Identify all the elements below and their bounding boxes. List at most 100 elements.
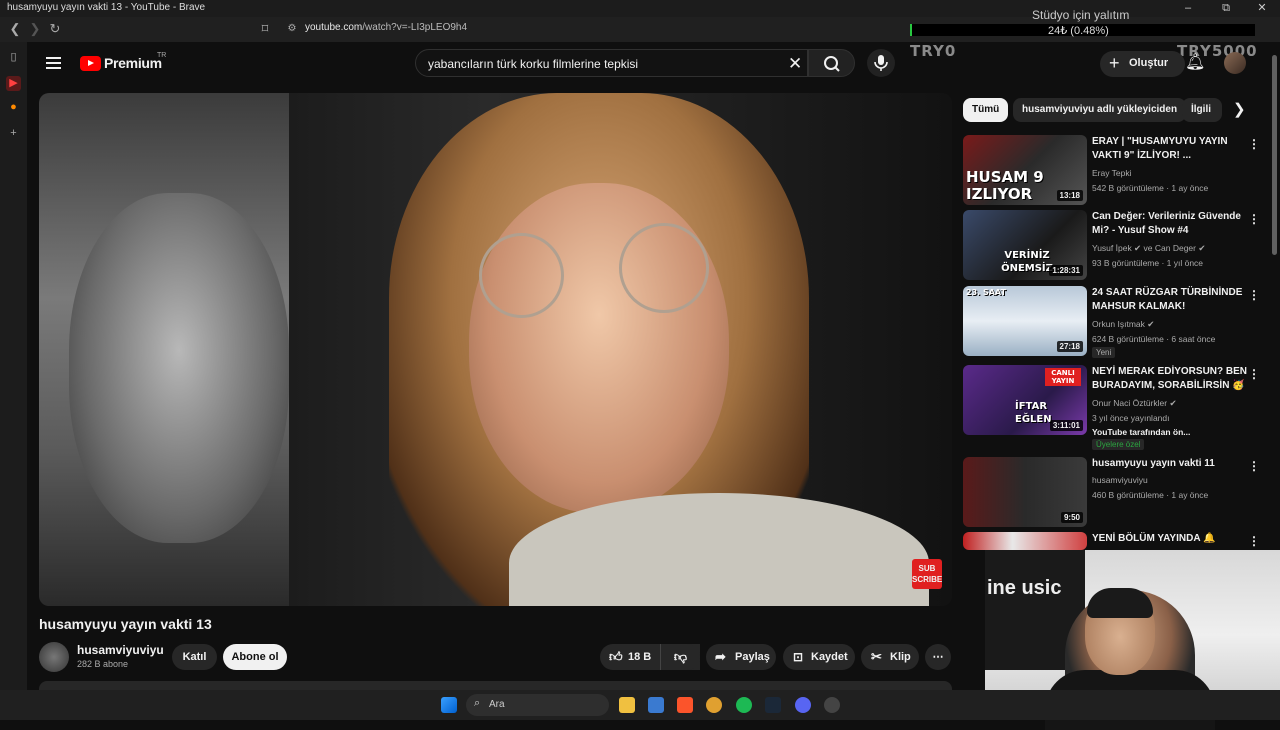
monitor-text: ine usic: [987, 577, 1062, 599]
video-duration: 1:28:31: [1049, 265, 1083, 276]
recommendation-item[interactable]: YENİ BÖLÜM YAYINDA 🔔 ⋮: [963, 532, 1268, 550]
channel-avatar[interactable]: [39, 642, 69, 672]
save-button[interactable]: ⊡ Kaydet: [783, 644, 855, 670]
join-button[interactable]: Katıl: [172, 644, 217, 670]
browser-sidebar: ▯ ▶ ● +: [0, 42, 27, 690]
discord-icon[interactable]: [795, 697, 811, 713]
subscribe-watermark[interactable]: SUB SCRIBE: [912, 559, 942, 589]
user-avatar[interactable]: [1224, 52, 1246, 74]
minimize-icon[interactable]: –: [1170, 0, 1206, 17]
glasses-right: [619, 223, 709, 313]
obs-icon[interactable]: [824, 697, 840, 713]
chip-related[interactable]: İlgili: [1182, 98, 1222, 122]
video-title: husamyuyu yayın vakti 13: [39, 616, 212, 632]
goal-start-label: TRY0: [910, 42, 957, 60]
search-input[interactable]: yabancıların türk korku filmlerine tepki…: [428, 57, 638, 71]
video-duration: 13:18: [1056, 190, 1083, 201]
brave-icon[interactable]: ●: [6, 100, 21, 115]
new-badge: Yeni: [1092, 347, 1116, 358]
clip-button[interactable]: ✂ Klip: [861, 644, 919, 670]
search-box[interactable]: yabancıların türk korku filmlerine tepki…: [415, 49, 808, 77]
hamburger-menu-icon[interactable]: [46, 57, 61, 69]
rec-stats: 624 B görüntüleme · 6 saat önce: [1092, 334, 1216, 344]
thumbnail-text: HUSAM 9 IZLIYOR: [966, 168, 1044, 203]
video-duration: 27:18: [1056, 341, 1083, 352]
more-vert-icon[interactable]: ⋮: [1248, 288, 1260, 302]
store-icon[interactable]: [648, 697, 664, 713]
thumbs-up-icon: 👍︎: [609, 649, 623, 664]
live-badge: CANLI YAYIN: [1045, 368, 1081, 386]
rec-title: Can Değer: Verileriniz Güvende Mi? - Yus…: [1092, 211, 1241, 236]
windows-taskbar: ⌕ Ara: [0, 690, 1280, 720]
brave-browser-icon[interactable]: [677, 697, 693, 713]
dislike-button[interactable]: 👎︎: [660, 644, 700, 670]
rec-stats: 542 B görüntüleme · 1 ay önce: [1092, 183, 1209, 193]
video-face-left: [69, 193, 289, 543]
more-vert-icon[interactable]: ⋮: [1248, 534, 1260, 548]
video-player[interactable]: SUB SCRIBE: [39, 93, 952, 606]
share-label: Paylaş: [735, 651, 770, 663]
video-thumbnail: [963, 532, 1087, 550]
bookmark-icon[interactable]: ⌑: [256, 20, 274, 38]
rec-title: 24 SAAT RÜZGAR TÜRBİNİNDE MAHSUR KALMAK!: [1092, 287, 1243, 312]
recommendation-item[interactable]: HUSAM 9 IZLIYOR 13:18 ERAY | "HUSAMYUYU …: [963, 135, 1268, 205]
rec-stats: 460 B görüntüleme · 1 ay önce: [1092, 490, 1209, 500]
add-panel-icon[interactable]: +: [6, 126, 21, 141]
studio-goal-value: 24₺ (0.48%): [1048, 25, 1109, 37]
search-icon: ⌕: [474, 697, 481, 709]
recommendation-item[interactable]: VERİNİZ ÖNEMSİZ 1:28:31 Can Değer: Veril…: [963, 210, 1268, 280]
save-label: Kaydet: [811, 651, 848, 663]
more-actions-icon[interactable]: ⋯: [925, 644, 951, 670]
video-thumbnail: CANLI YAYIN İFTAR EĞLEN 3:11:01: [963, 365, 1087, 435]
streamer-hair: [1087, 588, 1153, 618]
subscribe-button[interactable]: Abone ol: [223, 644, 287, 670]
youtube-tab-icon[interactable]: ▶: [6, 76, 21, 91]
video-duration: 9:50: [1060, 512, 1083, 523]
thumbs-down-icon: 👎︎: [673, 649, 688, 664]
thumbnail-text: 23. SAAT: [966, 288, 1006, 297]
create-button[interactable]: + Oluştur: [1100, 51, 1185, 77]
maximize-icon[interactable]: ⧉: [1208, 0, 1244, 17]
rec-stats: 93 B görüntüleme · 1 yıl önce: [1092, 258, 1204, 268]
search-button[interactable]: [808, 49, 855, 77]
chevron-right-icon[interactable]: ❯: [1233, 100, 1246, 118]
share-icon: ➦: [715, 649, 726, 664]
chip-all[interactable]: Tümü: [963, 98, 1009, 122]
video-thumbnail: 9:50: [963, 457, 1087, 527]
page-scrollbar[interactable]: [1272, 55, 1277, 255]
more-vert-icon[interactable]: ⋮: [1248, 212, 1260, 226]
more-vert-icon[interactable]: ⋮: [1248, 459, 1260, 473]
close-window-icon[interactable]: ✕: [1244, 0, 1280, 17]
steam-icon[interactable]: [765, 697, 781, 713]
app-icon[interactable]: [706, 697, 722, 713]
chip-from-uploader[interactable]: husamviyuviyu adlı yükleyiciden: [1013, 98, 1187, 122]
forward-icon[interactable]: ❯: [26, 20, 44, 38]
search-icon: [824, 56, 840, 72]
plus-icon: +: [1109, 53, 1120, 73]
more-vert-icon[interactable]: ⋮: [1248, 137, 1260, 151]
voice-search-button[interactable]: [867, 49, 895, 77]
video-thumbnail: VERİNİZ ÖNEMSİZ 1:28:31: [963, 210, 1087, 280]
sidebar-panel-icon[interactable]: ▯: [6, 50, 21, 65]
notifications-bell-icon[interactable]: 🔔︎: [1185, 52, 1205, 72]
channel-subscriber-count: 282 B abone: [77, 659, 129, 669]
spotify-icon[interactable]: [736, 697, 752, 713]
back-icon[interactable]: ❮: [6, 20, 24, 38]
clear-search-icon[interactable]: ✕: [788, 54, 802, 74]
site-info-icon[interactable]: ⚙: [283, 20, 301, 38]
recommendation-item[interactable]: CANLI YAYIN İFTAR EĞLEN 3:11:01 NEYİ MER…: [963, 365, 1268, 450]
url-field[interactable]: youtube.com/watch?v=-LI3pLEO9h4: [305, 22, 467, 33]
recommendation-item[interactable]: 9:50 husamyuyu yayın vakti 11 husamviyuv…: [963, 457, 1268, 527]
scissors-icon: ✂: [871, 649, 882, 664]
reload-icon[interactable]: ↻: [46, 20, 64, 38]
like-count: 18 B: [628, 651, 652, 663]
rec-extra: YouTube tarafından ön...: [1092, 427, 1191, 437]
windows-start-icon[interactable]: [441, 697, 457, 713]
youtube-play-icon: [80, 56, 101, 71]
share-button[interactable]: ➦ Paylaş: [706, 644, 776, 670]
file-explorer-icon[interactable]: [619, 697, 635, 713]
channel-name[interactable]: husamviyuviyu: [77, 643, 164, 657]
more-vert-icon[interactable]: ⋮: [1248, 367, 1260, 381]
recommendation-item[interactable]: 23. SAAT 27:18 24 SAAT RÜZGAR TÜRBİNİNDE…: [963, 286, 1268, 358]
taskbar-search[interactable]: ⌕ Ara: [466, 694, 609, 716]
